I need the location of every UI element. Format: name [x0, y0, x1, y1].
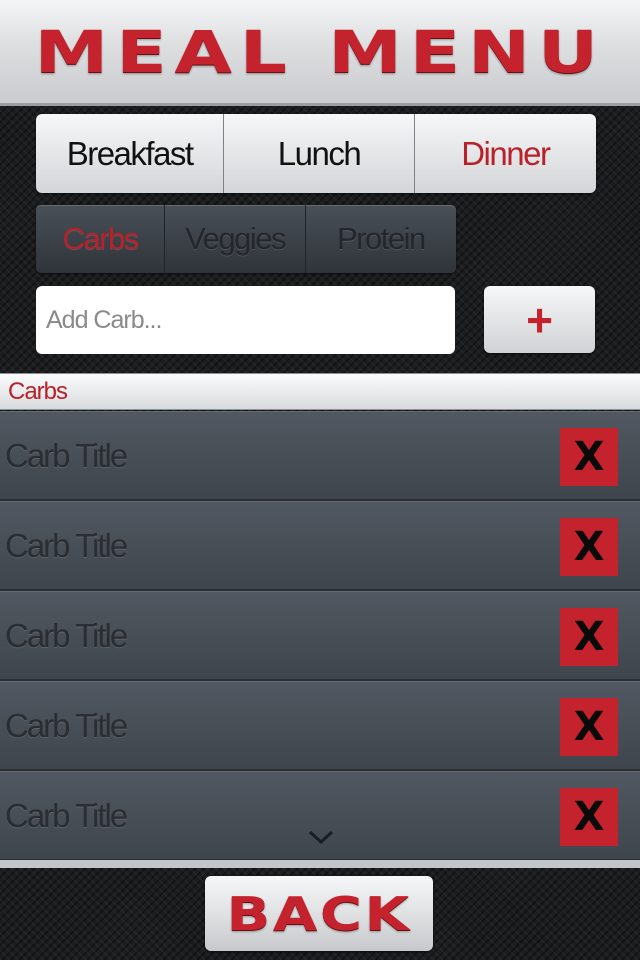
item-title: Carb Title: [5, 526, 128, 564]
list-item[interactable]: Carb Title X: [0, 411, 640, 501]
tab-carbs[interactable]: Carbs: [36, 205, 164, 273]
back-button[interactable]: BACK: [205, 876, 433, 951]
list-item[interactable]: Carb Title X: [0, 591, 640, 681]
add-button[interactable]: +: [484, 286, 595, 353]
item-title: Carb Title: [5, 616, 128, 654]
item-title: Carb Title: [5, 706, 128, 744]
tab-breakfast[interactable]: Breakfast: [36, 114, 223, 193]
header-bar: MEAL MENU: [0, 0, 640, 106]
delete-button[interactable]: X: [560, 518, 618, 576]
tab-dinner[interactable]: Dinner: [413, 114, 596, 193]
category-tabs: Carbs Veggies Protein: [36, 205, 456, 273]
delete-button[interactable]: X: [560, 428, 618, 486]
list-item[interactable]: Carb Title X: [0, 501, 640, 591]
item-title: Carb Title: [5, 796, 128, 834]
tab-lunch[interactable]: Lunch: [223, 114, 413, 193]
tab-protein[interactable]: Protein: [304, 205, 456, 273]
plus-icon: +: [526, 293, 553, 346]
section-title: Carbs: [8, 377, 68, 405]
delete-button[interactable]: X: [560, 608, 618, 666]
tab-veggies[interactable]: Veggies: [164, 205, 304, 273]
item-title: Carb Title: [5, 436, 128, 474]
delete-button[interactable]: X: [560, 698, 618, 756]
carb-list[interactable]: Carb Title X Carb Title X Carb Title X C…: [0, 411, 640, 860]
back-label: BACK: [226, 886, 412, 941]
chevron-down-icon[interactable]: [302, 826, 340, 850]
meal-tabs: Breakfast Lunch Dinner: [36, 114, 596, 193]
add-carb-input[interactable]: [36, 286, 455, 354]
delete-button[interactable]: X: [560, 788, 618, 846]
section-header: Carbs: [0, 373, 640, 410]
list-item[interactable]: Carb Title X: [0, 681, 640, 771]
page-title: MEAL MENU: [34, 17, 606, 86]
